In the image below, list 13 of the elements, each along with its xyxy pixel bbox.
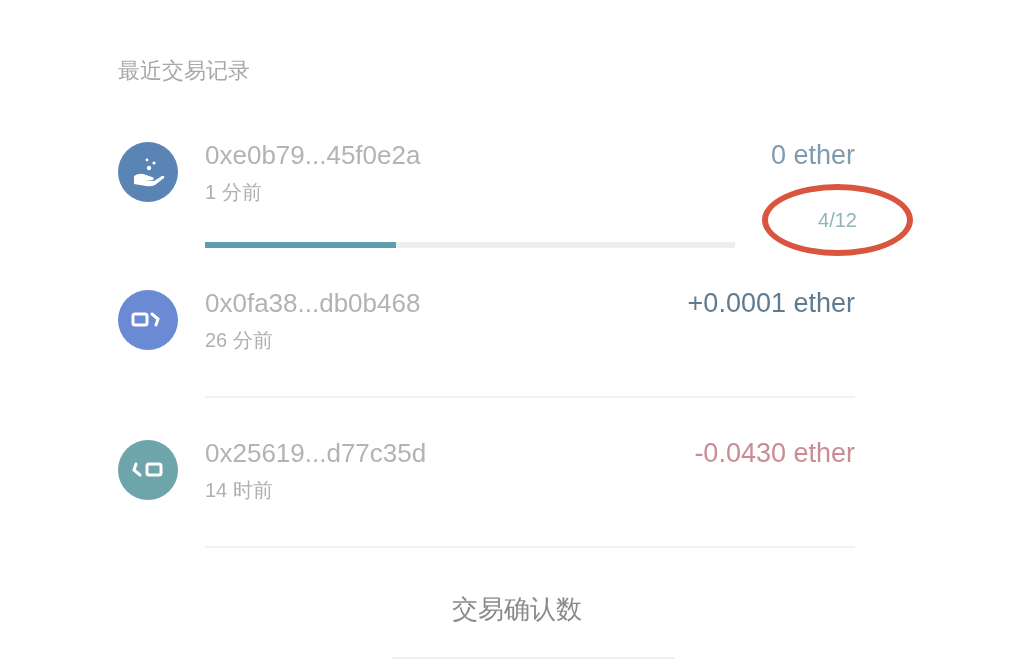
transaction-address: 0x0fa38...db0b468 xyxy=(205,288,421,319)
hand-icon xyxy=(118,142,178,202)
transaction-amount: 0 ether xyxy=(770,140,855,171)
transaction-amount: +0.0001 ether xyxy=(687,288,855,319)
transaction-time: 14 时前 xyxy=(205,478,274,503)
transaction-amount: -0.0430 ether xyxy=(694,438,855,469)
transaction-time: 1 分前 xyxy=(205,180,263,205)
section-title: 最近交易记录 xyxy=(118,57,251,85)
caption: 交易确认数 xyxy=(451,593,583,626)
transaction-address: 0x25619...d77c35d xyxy=(205,438,427,469)
transaction-time: 26 分前 xyxy=(205,328,274,353)
confirmation-count: 4/12 xyxy=(762,184,913,256)
transaction-address: 0xe0b79...45f0e2a xyxy=(205,140,421,171)
